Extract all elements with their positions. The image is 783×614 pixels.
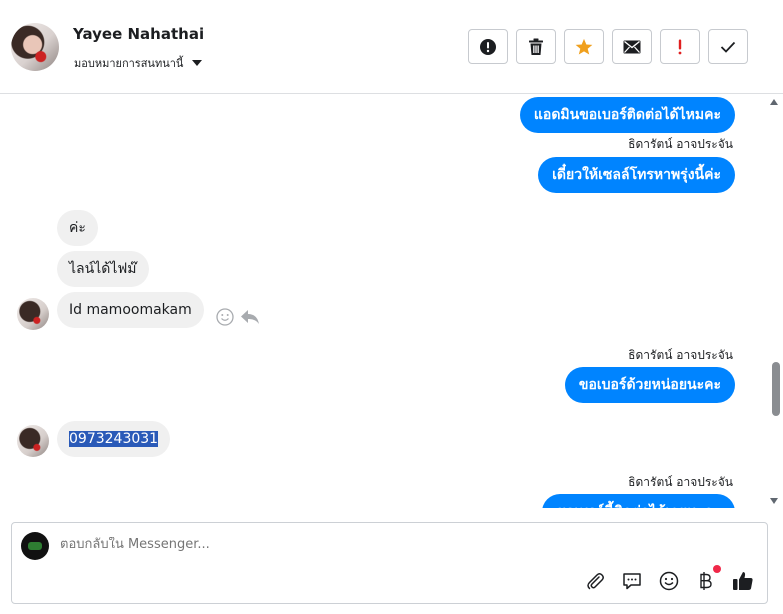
baht-icon — [700, 572, 712, 590]
thread-actions — [468, 29, 748, 64]
sender-name: ธิดารัตน์ อาจประจัน — [628, 348, 733, 362]
delete-button[interactable] — [516, 29, 556, 64]
chat-bubble-icon — [623, 573, 641, 590]
reply-input[interactable] — [60, 537, 660, 552]
scroll-down-arrow-icon[interactable] — [770, 498, 778, 504]
selected-text[interactable]: 0973243031 — [69, 431, 159, 447]
composer-tools — [583, 565, 755, 593]
assign-conversation-label: มอบหมายการสนทนานี้ — [74, 57, 184, 70]
messenger-inbox-thread: Yayee Nahathai มอบหมายการสนทนานี้ แอดมิน… — [0, 0, 783, 614]
contact-avatar-small[interactable] — [17, 298, 49, 330]
trash-icon — [529, 38, 543, 55]
star-button[interactable] — [564, 29, 604, 64]
emoji-button[interactable] — [657, 569, 681, 593]
saved-replies-button[interactable] — [620, 569, 644, 593]
like-button[interactable] — [731, 569, 755, 593]
message-hover-tools — [216, 308, 260, 326]
message-outgoing[interactable]: แอดมินขอเบอร์ติดต่อได้ไหมคะ — [519, 97, 735, 133]
scroll-thumb[interactable] — [772, 362, 780, 416]
spam-button[interactable] — [660, 29, 700, 64]
thumbs-up-icon — [733, 572, 753, 590]
message-incoming[interactable]: Id mamoomakam — [57, 292, 204, 328]
message-list[interactable]: แอดมินขอเบอร์ติดต่อได้ไหมคะ ธิดารัตน์ อา… — [0, 95, 783, 508]
message-incoming[interactable]: ไลน์ได้ไฟม๊ — [57, 251, 149, 287]
reply-icon[interactable] — [240, 309, 260, 325]
page-logo-icon — [28, 542, 42, 550]
alert-circle-icon — [480, 38, 496, 55]
message-incoming[interactable]: ค่ะ — [57, 210, 98, 246]
sender-name: ธิดารัตน์ อาจประจัน — [628, 137, 733, 151]
done-button[interactable] — [708, 29, 748, 64]
message-outgoing[interactable]: ขอเบอร์ด้วยหน่อยนะคะ — [564, 367, 735, 403]
contact-avatar-small[interactable] — [17, 425, 49, 457]
exclamation-icon — [678, 39, 682, 54]
assign-conversation-dropdown[interactable]: มอบหมายการสนทนานี้ — [74, 54, 203, 72]
scroll-up-arrow-icon[interactable] — [770, 99, 778, 105]
thread-header: Yayee Nahathai มอบหมายการสนทนานี้ — [0, 0, 783, 94]
contact-avatar[interactable] — [11, 23, 59, 71]
mail-button[interactable] — [612, 29, 652, 64]
notification-dot — [713, 565, 721, 573]
attach-button[interactable] — [583, 569, 607, 593]
message-incoming[interactable]: 0973243031 — [57, 421, 171, 457]
smiley-icon — [659, 571, 679, 591]
smiley-react-icon[interactable] — [216, 308, 234, 326]
page-avatar — [21, 532, 49, 560]
check-icon — [720, 41, 736, 53]
star-icon — [575, 38, 593, 55]
message-scrollbar[interactable] — [769, 95, 783, 508]
sender-name: ธิดารัตน์ อาจประจัน — [628, 475, 733, 489]
payment-button[interactable] — [694, 565, 721, 593]
contact-name[interactable]: Yayee Nahathai — [73, 25, 204, 43]
envelope-icon — [623, 40, 641, 53]
message-outgoing[interactable]: ขอเบอร์นี้ติดต่อได้เลยนะคะ — [542, 494, 735, 508]
message-outgoing[interactable]: เดี๋ยวให้เซลล์โทรหาพรุ่งนี้ค่ะ — [538, 157, 735, 193]
alert-button[interactable] — [468, 29, 508, 64]
caret-down-icon — [192, 60, 203, 66]
paperclip-icon — [587, 573, 604, 590]
reply-composer — [11, 522, 768, 604]
